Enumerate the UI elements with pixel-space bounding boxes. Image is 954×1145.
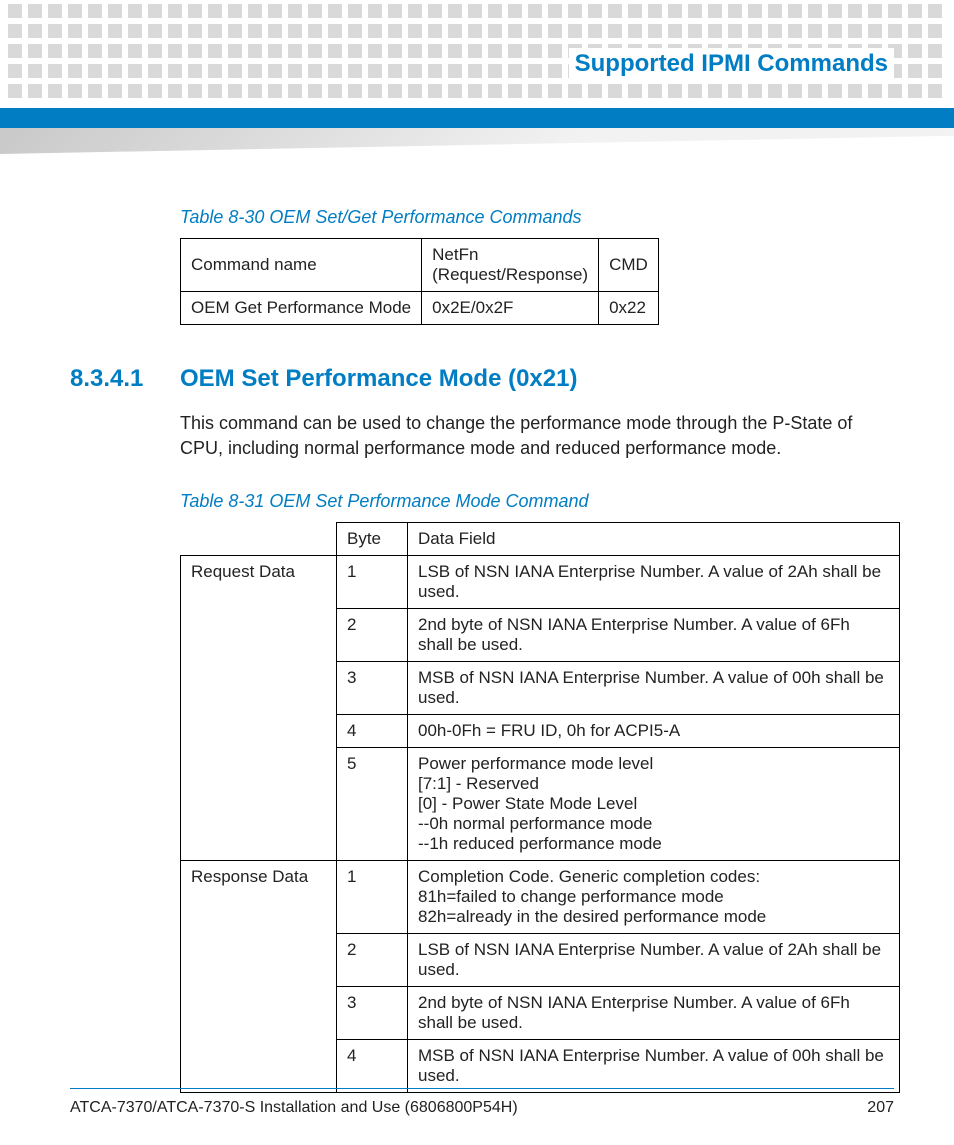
cell-field: 2nd byte of NSN IANA Enterprise Number. … (408, 609, 900, 662)
table-row: Command name NetFn (Request/Response) CM… (181, 239, 659, 292)
cell-field: Power performance mode level [7:1] - Res… (408, 748, 900, 861)
cell-field: MSB of NSN IANA Enterprise Number. A val… (408, 662, 900, 715)
section-body-text: This command can be used to change the p… (180, 411, 894, 461)
cell-field: Completion Code. Generic completion code… (408, 861, 900, 934)
cell-byte: 4 (337, 1040, 408, 1093)
table-row: Request Data 1 LSB of NSN IANA Enterpris… (181, 556, 900, 609)
cell-byte: 1 (337, 556, 408, 609)
cell-byte: 3 (337, 987, 408, 1040)
heading-8-3-4-1: 8.3.4.1 OEM Set Performance Mode (0x21) (70, 365, 894, 393)
table-row: Byte Data Field (181, 523, 900, 556)
cell-field: MSB of NSN IANA Enterprise Number. A val… (408, 1040, 900, 1093)
page-header: Supported IPMI Commands (0, 0, 954, 155)
cell-field: LSB of NSN IANA Enterprise Number. A val… (408, 556, 900, 609)
cell-field: 2nd byte of NSN IANA Enterprise Number. … (408, 987, 900, 1040)
footer-page-number: 207 (867, 1099, 894, 1117)
table-831: Byte Data Field Request Data 1 LSB of NS… (180, 522, 900, 1093)
cell-netfn: 0x2E/0x2F (422, 292, 599, 325)
table-831-caption: Table 8-31 OEM Set Performance Mode Comm… (180, 491, 894, 512)
content-area: Table 8-30 OEM Set/Get Performance Comma… (0, 155, 954, 1093)
cell-byte: 2 (337, 609, 408, 662)
table-row: OEM Get Performance Mode 0x2E/0x2F 0x22 (181, 292, 659, 325)
heading-title: OEM Set Performance Mode (0x21) (180, 365, 577, 393)
header-grey-wedge (0, 128, 954, 154)
table-830: Command name NetFn (Request/Response) CM… (180, 238, 659, 325)
empty-corner-cell (181, 523, 337, 556)
th-command-name: Command name (181, 239, 422, 292)
heading-number: 8.3.4.1 (70, 365, 180, 393)
cell-byte: 3 (337, 662, 408, 715)
table-row: Response Data 1 Completion Code. Generic… (181, 861, 900, 934)
cell-cmd: 0x22 (599, 292, 659, 325)
cell-byte: 1 (337, 861, 408, 934)
cell-byte: 5 (337, 748, 408, 861)
cell-byte: 4 (337, 715, 408, 748)
footer-doc-title: ATCA-7370/ATCA-7370-S Installation and U… (70, 1099, 518, 1117)
cell-field: LSB of NSN IANA Enterprise Number. A val… (408, 934, 900, 987)
cell-field: 00h-0Fh = FRU ID, 0h for ACPI5-A (408, 715, 900, 748)
th-data-field: Data Field (408, 523, 900, 556)
th-cmd: CMD (599, 239, 659, 292)
section-title: Supported IPMI Commands (569, 48, 894, 80)
response-data-label: Response Data (181, 861, 337, 1093)
table-830-caption: Table 8-30 OEM Set/Get Performance Comma… (180, 207, 894, 228)
th-byte: Byte (337, 523, 408, 556)
cell-byte: 2 (337, 934, 408, 987)
cell-command-name: OEM Get Performance Mode (181, 292, 422, 325)
header-blue-bar (0, 108, 954, 128)
page-footer: ATCA-7370/ATCA-7370-S Installation and U… (70, 1088, 894, 1117)
th-netfn: NetFn (Request/Response) (422, 239, 599, 292)
page: Supported IPMI Commands Table 8-30 OEM S… (0, 0, 954, 1145)
request-data-label: Request Data (181, 556, 337, 861)
